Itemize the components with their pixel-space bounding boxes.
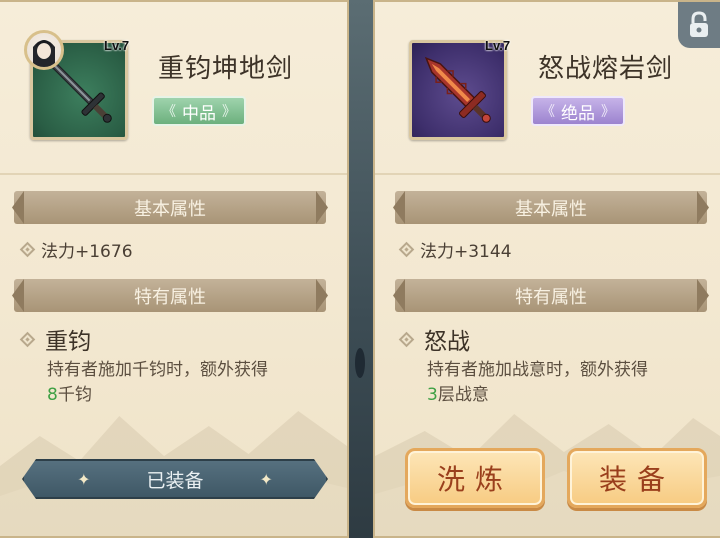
special-attribute-description: 持有者施加战意时，额外获得 3层战意 — [427, 358, 648, 408]
bonus-value: 3 — [427, 385, 438, 405]
lava-sword-icon — [424, 56, 491, 123]
equip-button[interactable]: 装备 — [567, 448, 707, 508]
description-line: 8千钧 — [47, 383, 268, 408]
diamond-icon — [19, 331, 36, 347]
chevron-right-icon: 》 — [601, 104, 615, 120]
sparkle-icon: ✦ — [259, 469, 273, 489]
character-portrait-icon — [33, 40, 55, 67]
basic-stat-text: 法力+3144 — [420, 242, 512, 262]
chevron-left-icon: 《 — [162, 104, 176, 120]
special-attribute: 怒战 — [398, 322, 470, 356]
basic-attributes-header: 基本属性 — [14, 191, 326, 224]
chevron-right-icon: 》 — [222, 104, 236, 120]
grade-label: 中品 — [182, 103, 216, 124]
panel-separator-handle — [355, 348, 365, 378]
lock-button[interactable] — [678, 2, 720, 48]
special-attribute-description: 持有者施加千钧时，额外获得 8千钧 — [47, 358, 268, 408]
basic-stat: 法力+3144 — [398, 237, 512, 262]
lock-icon — [690, 11, 708, 37]
refine-button[interactable]: 洗炼 — [405, 448, 545, 508]
bonus-unit: 层战意 — [437, 385, 489, 405]
sparkle-icon: ✦ — [77, 469, 91, 489]
character-avatar[interactable] — [24, 30, 64, 70]
item-name: 怒战熔岩剑 — [538, 54, 674, 84]
description-line: 持有者施加千钧时，额外获得 — [47, 360, 268, 380]
equipped-item-panel: Lv.7 重钧坤地剑 《 中品 》 基本属性 法力+1676 特有属性 重钧 持… — [0, 0, 349, 538]
equipped-status-bar: ✦ 已装备 ✦ — [22, 459, 328, 499]
special-attribute: 重钧 — [19, 322, 91, 356]
grade-badge: 《 绝品 》 — [531, 96, 625, 126]
special-attribute-name: 怒战 — [424, 329, 470, 355]
chevron-left-icon: 《 — [541, 104, 555, 120]
diamond-icon — [398, 331, 415, 347]
special-attribute-name: 重钧 — [45, 329, 91, 355]
item-name: 重钧坤地剑 — [158, 54, 294, 84]
equipped-label: 已装备 — [146, 469, 204, 492]
basic-attributes-header: 基本属性 — [395, 191, 707, 224]
grade-badge: 《 中品 》 — [152, 96, 246, 126]
special-attributes-header: 特有属性 — [395, 279, 707, 312]
basic-stat-text: 法力+1676 — [41, 242, 133, 262]
description-line: 持有者施加战意时，额外获得 — [427, 360, 648, 380]
bonus-value: 8 — [47, 385, 58, 405]
diamond-icon — [19, 241, 36, 258]
diamond-icon — [398, 241, 415, 258]
header-divider — [0, 173, 347, 175]
description-line: 3层战意 — [427, 383, 648, 408]
special-attributes-header: 特有属性 — [14, 279, 326, 312]
basic-stat: 法力+1676 — [19, 237, 133, 262]
item-icon-box[interactable] — [409, 40, 507, 140]
header-divider — [375, 173, 720, 175]
compare-item-panel: Lv.7 怒战熔岩剑 《 绝品 》 基本属性 法力+3144 特有属性 怒战 持… — [373, 0, 720, 538]
item-level: Lv.7 — [485, 38, 511, 53]
item-level: Lv.7 — [104, 38, 130, 53]
bonus-unit: 千钧 — [57, 385, 92, 405]
grade-label: 绝品 — [561, 103, 595, 124]
